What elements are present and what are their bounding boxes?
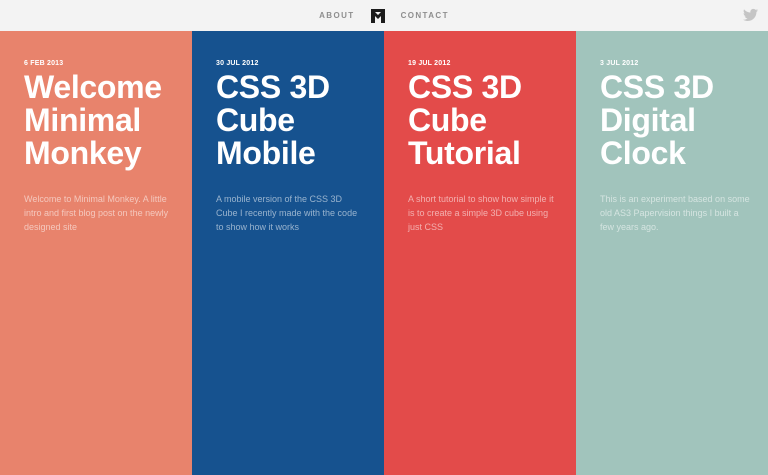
top-navigation-bar: ABOUT CONTACT (0, 0, 768, 31)
post-description: A mobile version of the CSS 3D Cube I re… (216, 194, 358, 232)
post-date: 30 JUL 2012 (216, 60, 259, 67)
post-title-line: Cube (216, 102, 295, 138)
post-title-line: Minimal (24, 102, 142, 138)
post-title-line: CSS 3D (600, 69, 714, 105)
post-date: 6 FEB 2013 (24, 60, 64, 67)
post-panels: 6 FEB 2013 Welcome Minimal Monkey Welcom… (0, 31, 768, 475)
twitter-icon[interactable] (743, 8, 758, 22)
post-description: Welcome to Minimal Monkey. A little intr… (24, 194, 169, 232)
post-date: 3 JUL 2012 (600, 60, 639, 67)
post-title-line: Digital (600, 102, 696, 138)
post-title-line: CSS 3D (216, 69, 330, 105)
post-title[interactable]: CSS 3D Digital Clock (600, 71, 752, 170)
post-panel[interactable]: 19 JUL 2012 CSS 3D Cube Tutorial A short… (384, 31, 576, 475)
post-title-line: Mobile (216, 135, 316, 171)
post-date: 19 JUL 2012 (408, 60, 451, 67)
main-nav: ABOUT CONTACT (319, 8, 449, 24)
nav-contact-link[interactable]: CONTACT (401, 11, 449, 20)
post-title-line: Welcome (24, 69, 162, 105)
post-title-line: CSS 3D (408, 69, 522, 105)
nav-about-link[interactable]: ABOUT (319, 11, 354, 20)
post-title[interactable]: CSS 3D Cube Mobile (216, 71, 368, 170)
post-title-line: Cube (408, 102, 487, 138)
post-title[interactable]: Welcome Minimal Monkey (24, 71, 176, 170)
post-title-line: Clock (600, 135, 686, 171)
post-title-line: Monkey (24, 135, 142, 171)
minimal-monkey-logo-icon[interactable] (370, 8, 386, 24)
post-panel[interactable]: 3 JUL 2012 CSS 3D Digital Clock This is … (576, 31, 768, 475)
post-description: A short tutorial to show how simple it i… (408, 194, 554, 232)
post-panel[interactable]: 30 JUL 2012 CSS 3D Cube Mobile A mobile … (192, 31, 384, 475)
post-title-line: Tutorial (408, 135, 521, 171)
post-panel[interactable]: 6 FEB 2013 Welcome Minimal Monkey Welcom… (0, 31, 192, 475)
post-title[interactable]: CSS 3D Cube Tutorial (408, 71, 560, 170)
post-description: This is an experiment based on some old … (600, 194, 750, 232)
